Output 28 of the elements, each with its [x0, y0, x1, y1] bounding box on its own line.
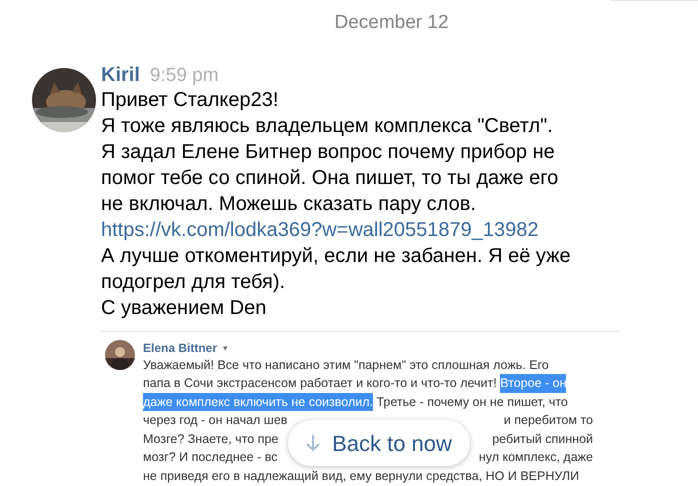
arrow-down-icon	[306, 434, 320, 452]
selected-text: Второе - он	[500, 374, 566, 392]
message-text: А лучше откоментируй, если не забанен. Я её уже	[101, 244, 571, 268]
post-text: Уважаемый! Все что написано этим "парнем" это сплошная ложь. Его	[143, 356, 549, 374]
post-text: и перебитом то	[504, 412, 593, 429]
message-text: подогрел для тебя).	[101, 270, 286, 294]
message-text: С уважением Den	[101, 296, 266, 320]
post-text: Мозге? Знаете, что пре	[143, 430, 278, 448]
message-text: помог тебе со спиной. Она пишет, то ты даже его	[101, 166, 558, 190]
author-name[interactable]: Elena Bittner	[143, 340, 218, 356]
date-header: December 12	[334, 11, 449, 35]
post-text: через год - он начал шев	[143, 412, 288, 429]
post-text: мозг? И последнее - вс	[143, 449, 278, 466]
caret-icon[interactable]: ▾	[223, 340, 228, 356]
post-text: ребитый спинной	[492, 430, 593, 448]
message-text: Я задал Елене Битнер вопрос почему прибор не	[101, 140, 555, 164]
message-text: Привет Сталкер23!	[101, 88, 278, 112]
message-link[interactable]: https://vk.com/lodka369?w=wall20551879_13982	[101, 216, 539, 242]
message-text: не включал. Можешь сказать пару слов.	[101, 192, 476, 216]
author-name[interactable]: Kiril	[101, 64, 140, 86]
message-time: 9:59 pm	[150, 64, 219, 86]
post-text: Третье - почему он не пишет, что	[375, 394, 568, 411]
post-text: не приведя его в надлежащий вид, ему вернули средства, НО И ВЕРНУЛИ	[143, 468, 580, 485]
message-text: Я тоже являюсь владельцем комплекса "Светл".	[101, 114, 553, 138]
selected-text: даже комплекс включить не соизволил.	[143, 392, 373, 411]
post-text: папа в Сочи экстрасенсом работает и кого-то и что-то лечит!	[143, 375, 498, 392]
post-text: нул комплекс, даже	[478, 449, 593, 466]
back-to-now-button[interactable]: Back to now	[288, 420, 470, 466]
